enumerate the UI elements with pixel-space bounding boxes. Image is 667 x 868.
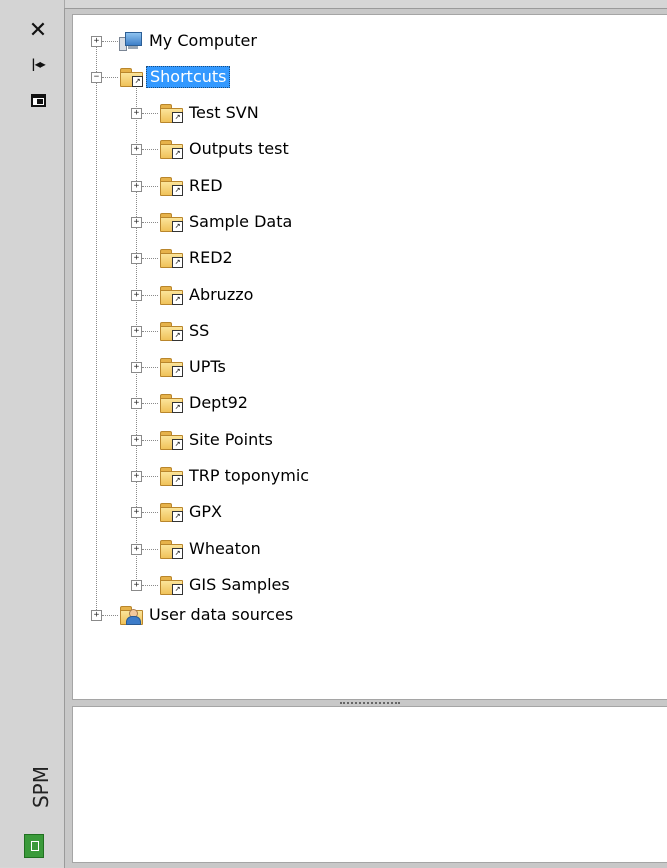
tree-node-user-data-sources[interactable]: + User data sources [73,603,393,627]
tree-node-label: Abruzzo [189,284,254,304]
tree-node-shortcut[interactable]: + ↗ SS [73,319,413,343]
tree-node-label: RED2 [189,248,233,268]
collapse-toggle[interactable]: − [91,72,102,83]
expand-toggle[interactable]: + [131,216,142,228]
tree-node-shortcut[interactable]: + ↗ Wheaton [73,537,413,561]
shortcut-folder-icon: ↗ [119,67,143,87]
tree-node-shortcut[interactable]: + ↗ TRP toponymic [73,464,413,488]
tree-node-label: Shortcuts [146,66,231,88]
panel-splitter[interactable] [72,699,667,706]
shortcut-folder-icon: ↗ [159,212,183,232]
shortcut-folder-icon: ↗ [159,539,183,559]
shortcut-folder-icon: ↗ [159,321,183,341]
tree-node-shortcut[interactable]: + ↗ Dept92 [73,391,413,415]
expand-toggle[interactable]: + [131,507,142,519]
expand-toggle[interactable]: + [131,471,142,482]
tree-node-shortcut[interactable]: + ↗ Sample Data [73,210,413,234]
side-panel-strip: ✕ |◂▸ SPM [0,0,65,867]
data-tree-panel: + My Computer − ↗ Shortcuts + ↗ Test SVN + ↗… [72,14,667,700]
shortcut-folder-icon: ↗ [159,430,183,450]
expand-toggle[interactable]: + [131,289,142,301]
tree-node-shortcut[interactable]: + ↗ Test SVN [73,101,413,125]
tree-node-label: TRP toponymic [189,466,310,485]
tree-node-label: RED [189,175,223,195]
expand-toggle[interactable]: + [131,108,142,119]
tree-node-label: Test SVN [189,103,259,122]
shortcut-folder-icon: ↗ [159,285,183,305]
shortcut-folder-icon: ↗ [159,176,183,196]
shortcut-folder-icon: ↗ [159,575,183,595]
tree-node-shortcut[interactable]: + ↗ Site Points [73,428,413,452]
expand-toggle[interactable]: + [131,398,142,410]
palette-title: SPM [29,766,53,809]
expand-toggle[interactable]: + [131,579,142,591]
shortcut-folder-icon: ↗ [159,139,183,160]
expand-toggle[interactable]: + [131,180,142,192]
tree-node-shortcut[interactable]: + ↗ RED [73,174,413,198]
tree-node-label: Outputs test [189,139,289,159]
user-folder-icon [119,605,143,625]
properties-panel-icon[interactable] [26,88,50,112]
expand-toggle[interactable]: + [91,610,102,621]
tree-node-label: SS [189,320,210,340]
tree-node-label: UPTs [189,357,226,377]
tree-node-label: Site Points [189,429,273,449]
tree-node-label: GPX [189,502,223,522]
tree-node-shortcut[interactable]: + ↗ GPX [73,500,413,524]
tree-node-shortcut[interactable]: + ↗ Outputs test [73,137,413,161]
tree-node-label: Sample Data [189,211,293,231]
autohide-arrows-icon[interactable]: |◂▸ [26,52,50,76]
tree-node-label: GIS Samples [189,574,290,594]
file-status-icon[interactable] [24,834,44,858]
expand-toggle[interactable]: + [131,325,142,337]
tree-node-label: User data sources [149,605,294,624]
tree-node-shortcut[interactable]: + ↗ GIS Samples [73,573,413,597]
shortcut-folder-icon: ↗ [159,248,183,269]
tree-node-shortcut[interactable]: + ↗ UPTs [73,355,413,379]
tree-node-shortcut[interactable]: + ↗ Abruzzo [73,283,413,307]
expand-toggle[interactable]: + [131,253,142,265]
shortcut-folder-icon: ↗ [159,103,183,123]
close-icon[interactable]: ✕ [26,18,50,43]
expand-toggle[interactable]: + [91,36,102,47]
shortcut-folder-icon: ↗ [159,502,183,523]
shortcut-folder-icon: ↗ [159,466,183,486]
shortcut-folder-icon: ↗ [159,393,183,414]
tree-node-shortcuts[interactable]: − ↗ Shortcuts [73,65,373,89]
tree-node-label: Dept92 [189,393,248,413]
tree-node-shortcut[interactable]: + ↗ RED2 [73,246,413,270]
tree-node-label: Wheaton [189,538,261,558]
expand-toggle[interactable]: + [131,144,142,156]
tree-node-label: My Computer [149,31,257,50]
expand-toggle[interactable]: + [131,543,142,555]
details-panel [72,706,667,863]
expand-toggle[interactable]: + [131,362,142,374]
expand-toggle[interactable]: + [131,434,142,446]
tree-node-my-computer[interactable]: + My Computer [73,29,373,53]
shortcut-folder-icon: ↗ [159,357,183,378]
computer-icon [119,31,143,51]
